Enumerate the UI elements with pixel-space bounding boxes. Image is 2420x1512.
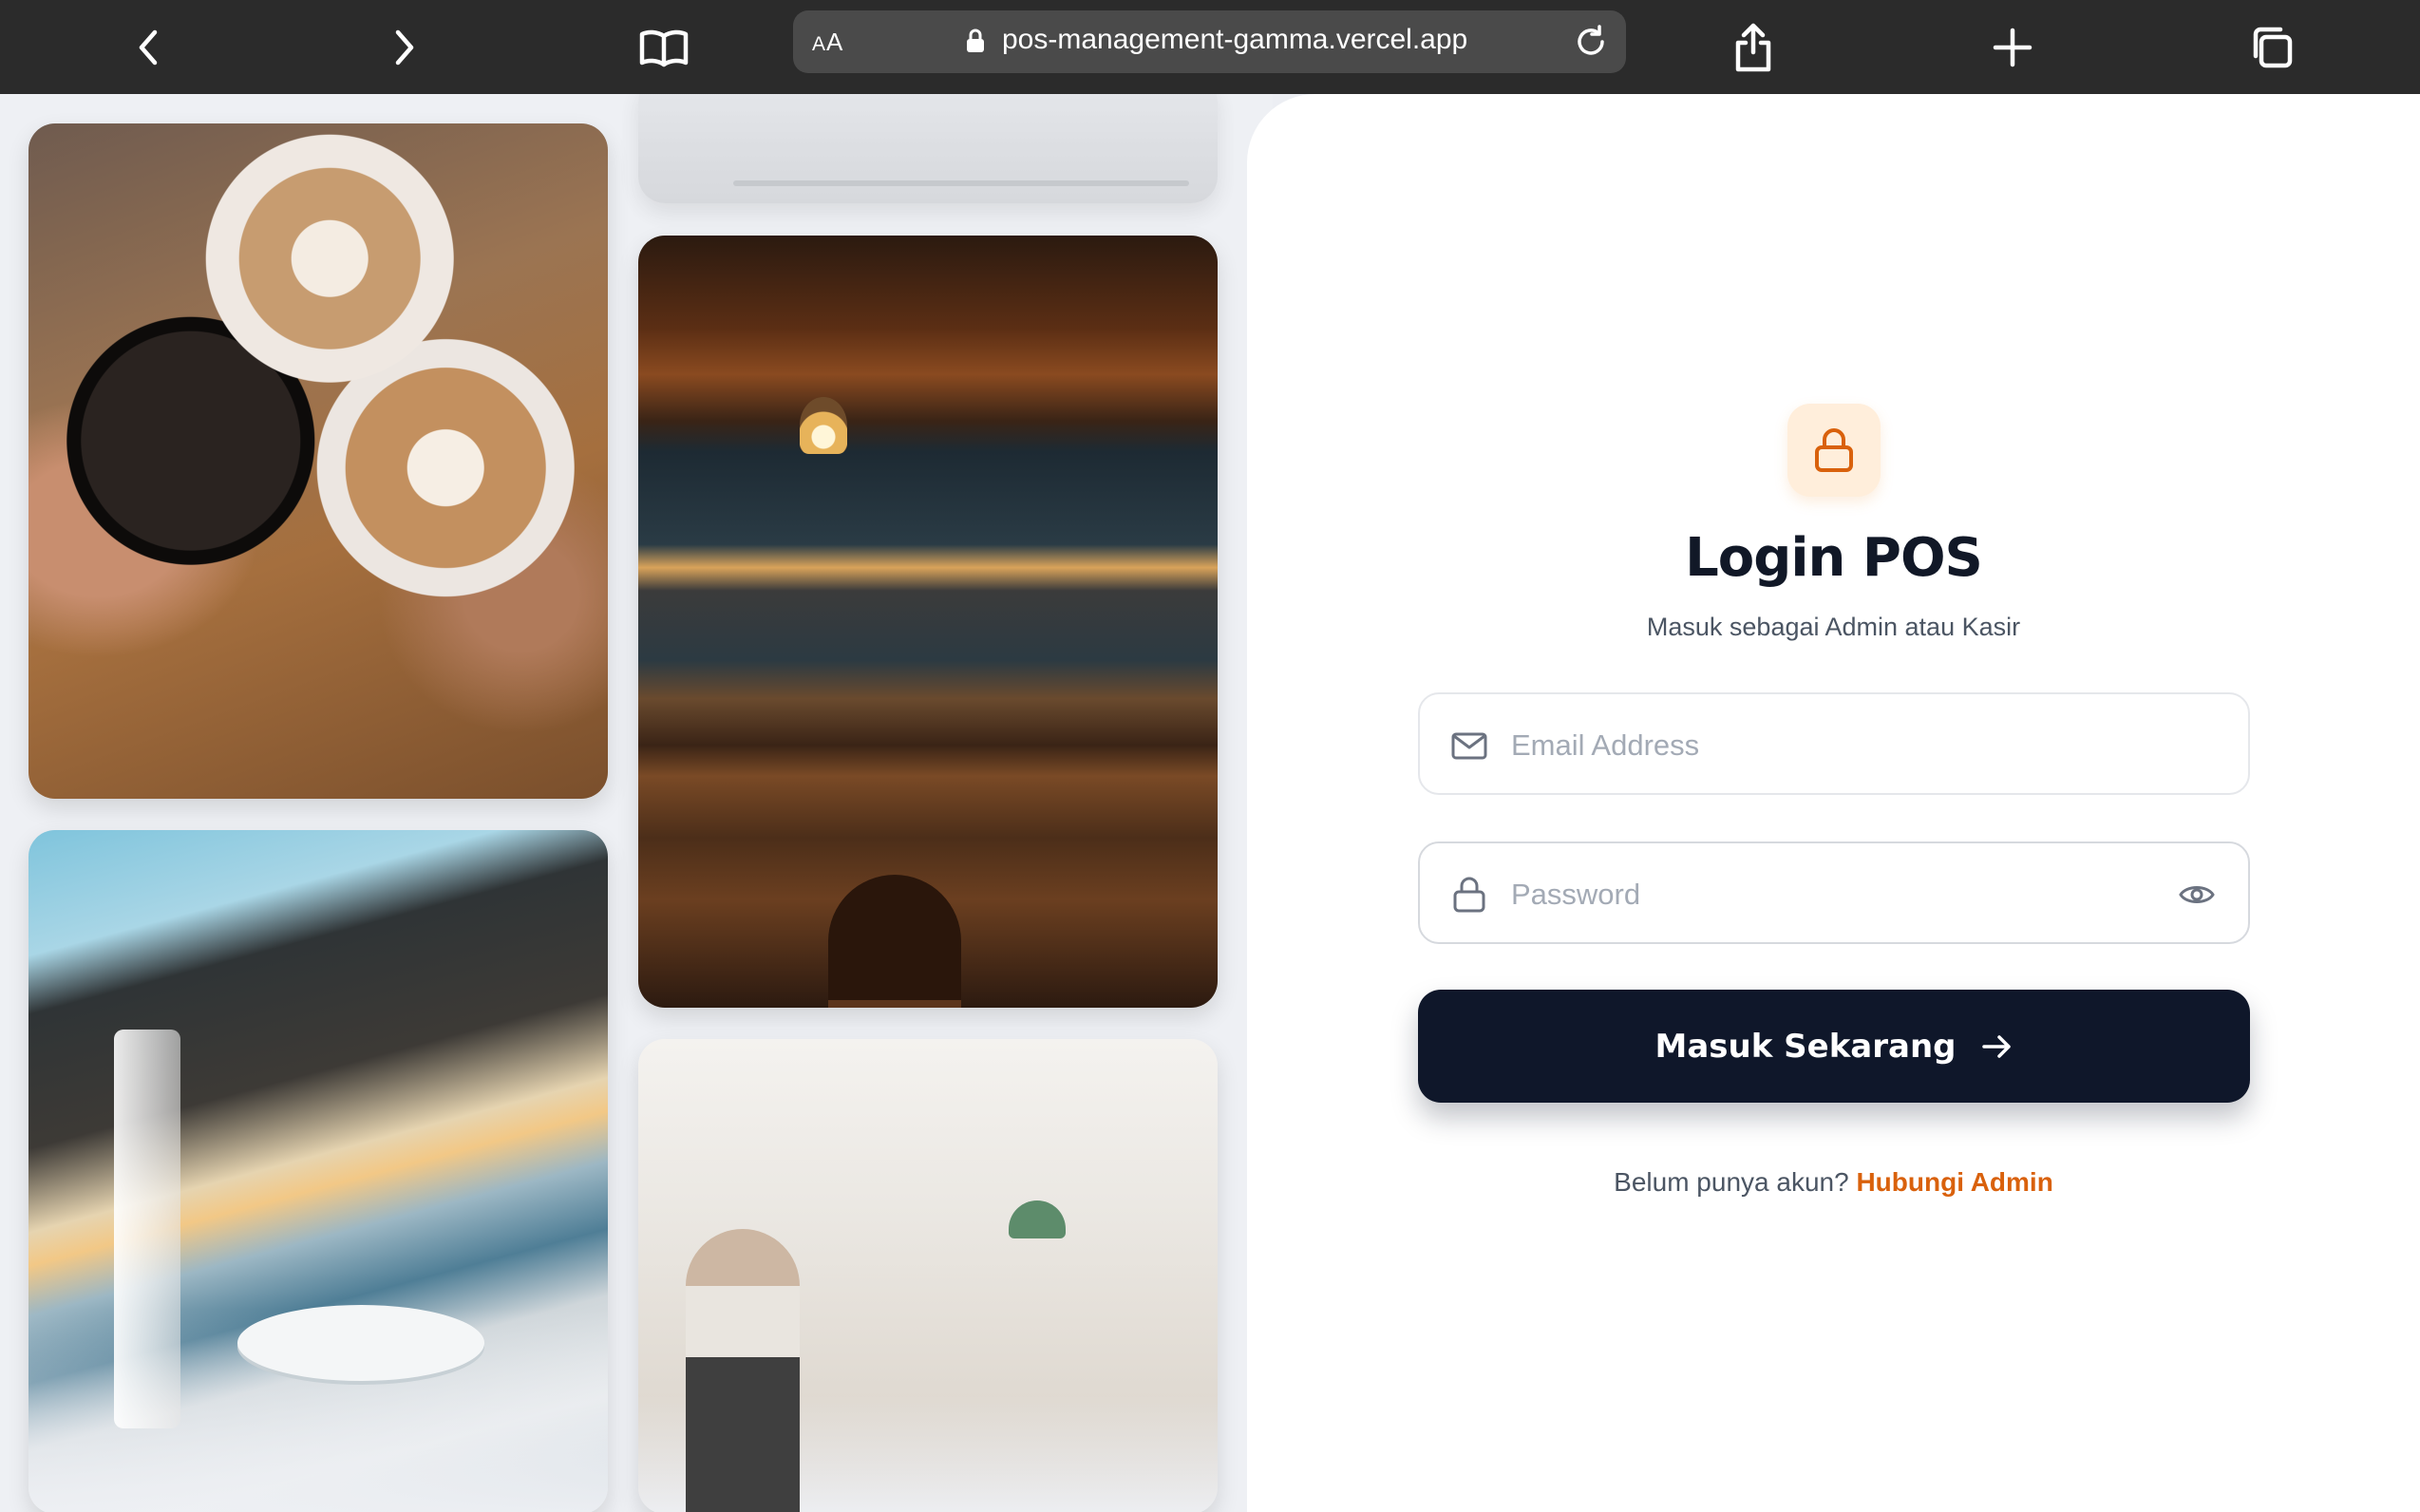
text-size-button[interactable]: AA <box>812 28 843 57</box>
forward-icon <box>395 29 414 66</box>
photo-gallery <box>0 94 1273 1512</box>
eye-icon[interactable] <box>2178 878 2216 912</box>
mail-icon <box>1451 732 1487 760</box>
lock-icon <box>967 28 984 52</box>
share-button[interactable] <box>1719 13 1787 82</box>
register-hint-text: Belum punya akun? <box>1614 1167 1849 1197</box>
email-input[interactable] <box>1511 717 2119 774</box>
forward-button[interactable] <box>370 13 439 82</box>
restaurant-top-photo <box>638 94 1218 203</box>
book-icon <box>639 29 689 67</box>
submit-button[interactable]: Masuk Sekarang <box>1418 990 2250 1103</box>
browser-toolbar: AA pos-management-gamma.vercel.app <box>0 0 2420 94</box>
coffee-cups-photo <box>28 123 608 799</box>
reload-button[interactable] <box>1569 20 1613 64</box>
password-field[interactable] <box>1418 841 2250 944</box>
url-text: pos-management-gamma.vercel.app <box>1002 24 1468 55</box>
lock-icon <box>1453 877 1485 913</box>
tabs-icon <box>2253 27 2293 68</box>
coffee-shop-photo <box>638 1039 1218 1512</box>
new-tab-button[interactable] <box>1978 13 2047 82</box>
page-title: Login POS <box>1685 527 1983 589</box>
contact-admin-link[interactable]: Hubungi Admin <box>1856 1167 2052 1197</box>
share-icon <box>1735 23 1771 72</box>
terrace-seaside-photo <box>28 830 608 1512</box>
arrow-right-icon <box>1981 1034 2011 1058</box>
back-icon <box>139 29 158 66</box>
submit-label: Masuk Sekarang <box>1654 1027 1957 1066</box>
reload-icon <box>1578 25 1604 55</box>
tabs-button[interactable] <box>2238 13 2306 82</box>
lock-badge <box>1787 404 1881 497</box>
lock-icon <box>1815 428 1853 472</box>
address-bar[interactable]: AA pos-management-gamma.vercel.app <box>793 10 1626 73</box>
reader-button[interactable] <box>630 13 698 82</box>
page-subtitle: Masuk sebagai Admin atau Kasir <box>1646 613 2021 641</box>
register-hint: Belum punya akun? Hubungi Admin <box>1247 1167 2420 1198</box>
back-button[interactable] <box>114 13 182 82</box>
password-input[interactable] <box>1511 866 2119 923</box>
bar-interior-photo <box>638 236 1218 1008</box>
login-panel <box>1247 94 2420 1512</box>
plus-icon <box>1993 28 2032 67</box>
email-field[interactable] <box>1418 692 2250 795</box>
